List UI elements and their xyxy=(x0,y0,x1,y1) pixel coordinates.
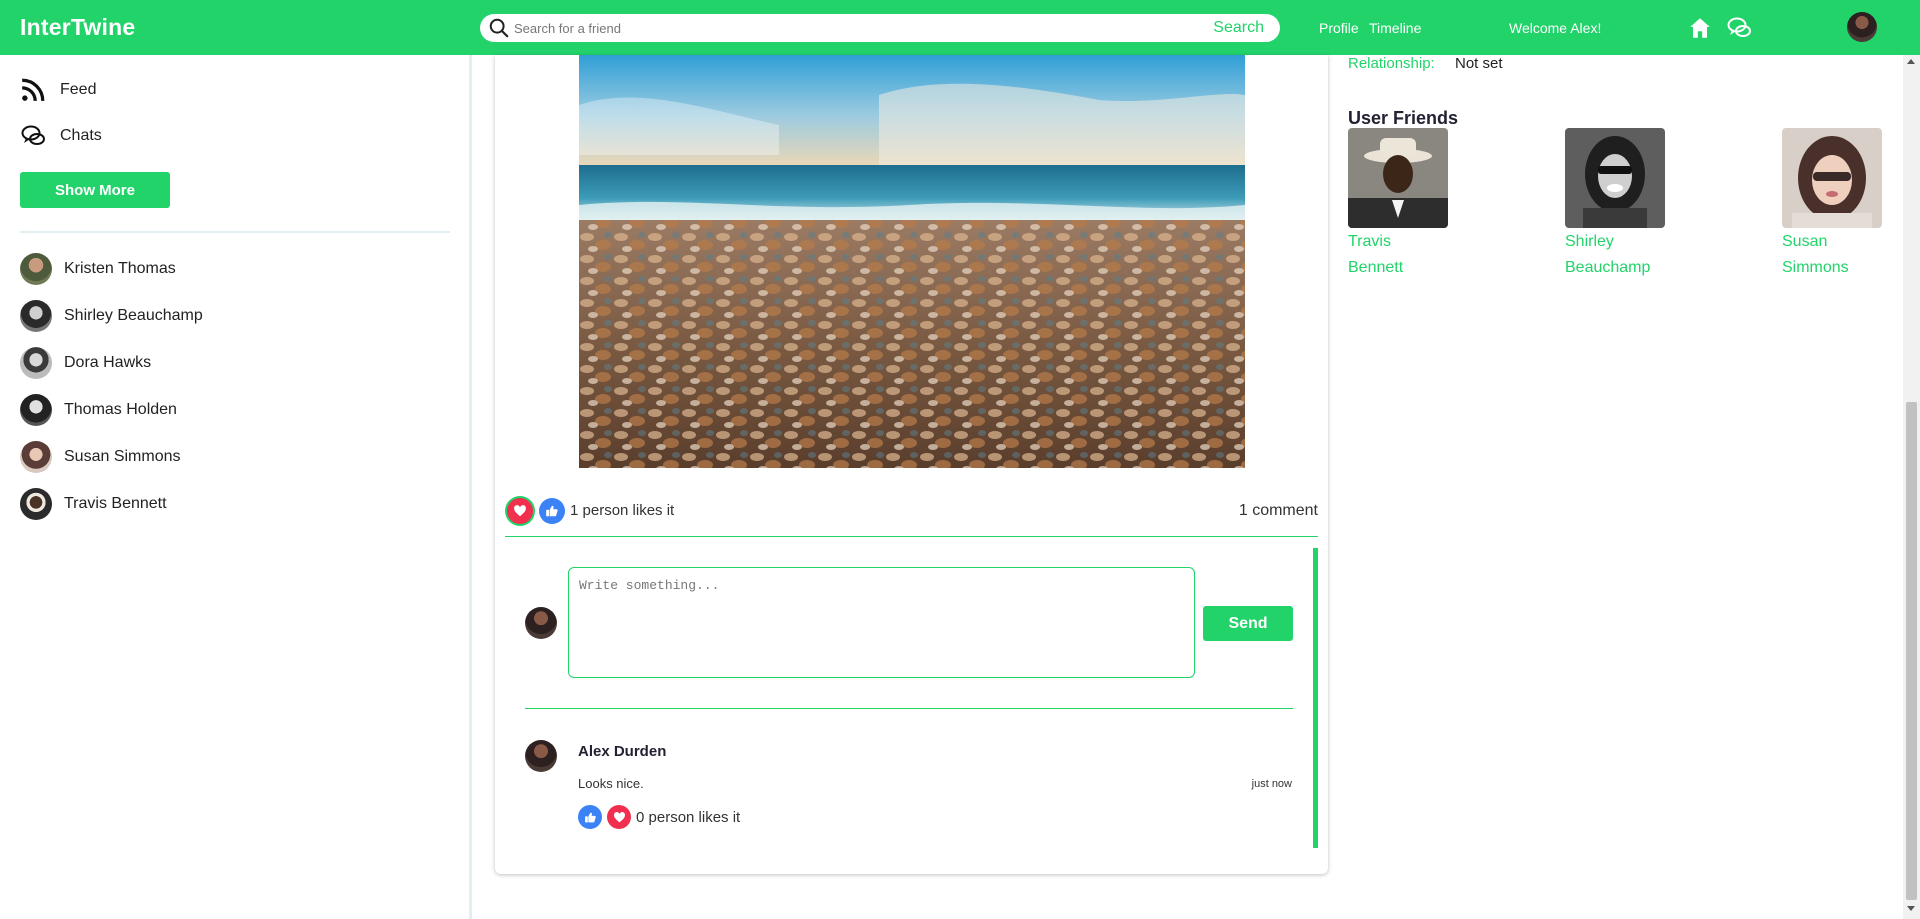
avatar xyxy=(525,607,557,639)
welcome-text: Welcome Alex! xyxy=(1509,20,1602,36)
thumbs-up-icon xyxy=(584,812,596,822)
friend-card[interactable]: Travis Bennett xyxy=(1348,128,1458,281)
page-scrollbar-thumb[interactable] xyxy=(1906,402,1917,900)
show-more-button[interactable]: Show More xyxy=(20,172,170,208)
post-image[interactable] xyxy=(579,55,1245,468)
thumbs-up-icon xyxy=(546,505,558,517)
friend-photo xyxy=(1782,128,1882,228)
home-icon[interactable] xyxy=(1687,15,1713,41)
comment-input[interactable] xyxy=(568,567,1195,678)
chat-icon[interactable] xyxy=(1726,15,1752,41)
like-reaction-button[interactable] xyxy=(539,498,565,524)
friend-item[interactable]: Thomas Holden xyxy=(20,394,177,426)
heart-icon xyxy=(613,811,625,822)
friend-name: Susan Simmons xyxy=(64,448,181,465)
timeline-link[interactable]: Timeline xyxy=(1369,20,1421,36)
send-button[interactable]: Send xyxy=(1203,606,1293,641)
search-input[interactable] xyxy=(514,20,1214,36)
avatar xyxy=(20,441,52,473)
app-logo[interactable]: InterTwine xyxy=(20,14,135,41)
friend-name: Dora Hawks xyxy=(64,354,152,371)
divider xyxy=(505,536,1318,537)
post-likes-count: 1 person likes it xyxy=(570,502,675,519)
comment-like-button[interactable] xyxy=(578,805,602,829)
search-bar: Search xyxy=(480,14,1280,42)
heart-icon xyxy=(514,505,526,517)
comment-heart-button[interactable] xyxy=(607,805,631,829)
rss-icon xyxy=(22,78,45,101)
sidebar-item-feed[interactable]: Feed xyxy=(20,77,96,103)
friend-photo xyxy=(1348,128,1448,228)
sidebar-item-chats[interactable]: Chats xyxy=(20,123,102,149)
friend-name: Susan Simmons xyxy=(1782,233,1849,276)
friend-name: Kristen Thomas xyxy=(64,260,176,277)
comment-likes-count: 0 person likes it xyxy=(636,809,741,826)
comments-scrollbar[interactable] xyxy=(1313,548,1318,848)
sidebar-item-label: Feed xyxy=(60,81,97,98)
avatar xyxy=(20,394,52,426)
profile-link[interactable]: Profile xyxy=(1319,20,1359,36)
friend-name: Shirley Beauchamp xyxy=(1565,233,1651,276)
friend-name: Thomas Holden xyxy=(64,401,177,418)
relationship-label: Relationship: xyxy=(1348,55,1435,72)
heart-reaction-button[interactable] xyxy=(507,498,533,524)
post-comments-count[interactable]: 1 comment xyxy=(1239,502,1318,520)
sidebar-item-label: Chats xyxy=(60,127,102,144)
friend-item[interactable]: Susan Simmons xyxy=(20,441,181,473)
friend-item[interactable]: Travis Bennett xyxy=(20,488,167,520)
search-button[interactable]: Search xyxy=(1213,19,1264,37)
friend-photo xyxy=(1565,128,1665,228)
avatar xyxy=(20,253,52,285)
friend-card[interactable]: Susan Simmons xyxy=(1782,128,1892,281)
left-sidebar: Feed Chats Show More Kristen Thomas Shir… xyxy=(0,55,472,919)
relationship-value: Not set xyxy=(1455,55,1503,72)
friend-name: Shirley Beauchamp xyxy=(64,307,203,324)
user-avatar[interactable] xyxy=(1847,12,1877,42)
friend-name: Travis Bennett xyxy=(1348,233,1404,276)
friend-card[interactable]: Shirley Beauchamp xyxy=(1565,128,1675,281)
scroll-down-arrow-icon[interactable] xyxy=(1907,906,1915,911)
friend-item[interactable]: Dora Hawks xyxy=(20,347,151,379)
avatar xyxy=(20,347,52,379)
comment-timestamp: just now xyxy=(1251,778,1292,790)
post-card: 1 person likes it 1 comment Send Alex Du… xyxy=(495,55,1328,874)
sidebar-divider xyxy=(20,231,450,233)
scroll-up-arrow-icon[interactable] xyxy=(1907,59,1915,64)
avatar xyxy=(20,300,52,332)
avatar xyxy=(525,740,557,772)
search-icon xyxy=(489,18,509,38)
friend-item[interactable]: Kristen Thomas xyxy=(20,253,176,285)
avatar xyxy=(20,488,52,520)
divider xyxy=(525,708,1293,709)
comment-author[interactable]: Alex Durden xyxy=(578,743,666,760)
user-friends-title: User Friends xyxy=(1348,108,1459,128)
chat-icon xyxy=(21,125,45,145)
top-navbar: InterTwine Search Profile Timeline Welco… xyxy=(0,0,1920,55)
friend-item[interactable]: Shirley Beauchamp xyxy=(20,300,203,332)
friend-name: Travis Bennett xyxy=(64,495,167,512)
comment-text: Looks nice. xyxy=(578,776,644,791)
